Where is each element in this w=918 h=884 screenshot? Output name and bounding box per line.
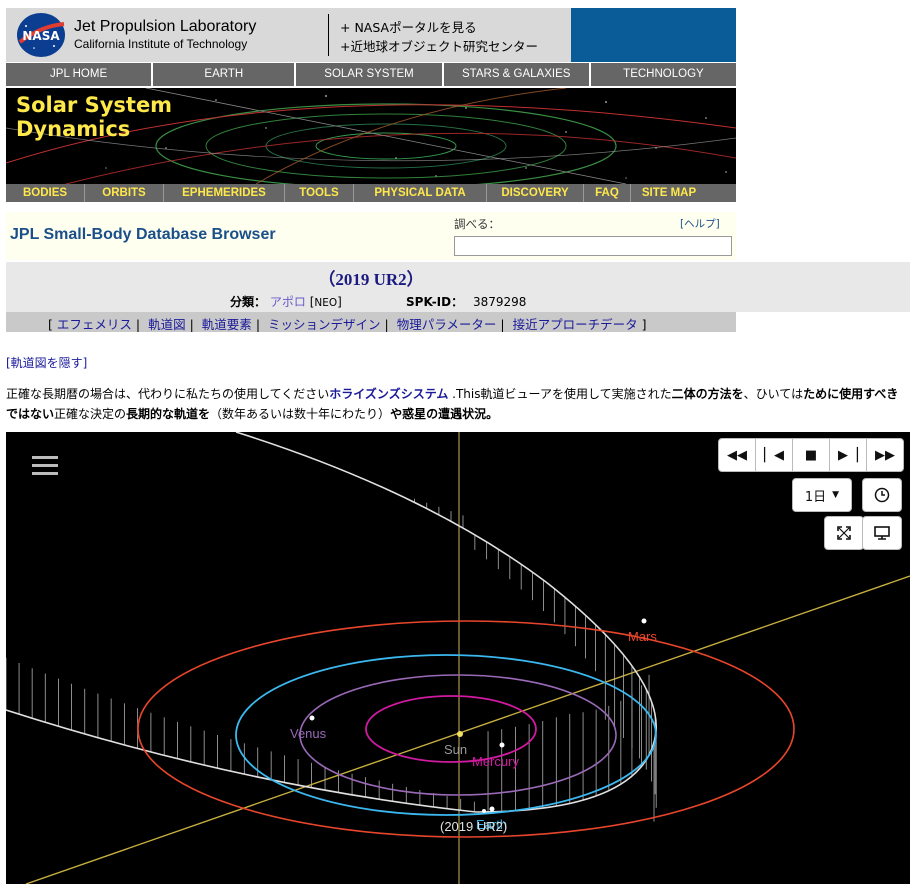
orbit-canvas[interactable]: Mars Venus Sun Mercury Earth (2019 UR2): [6, 432, 910, 884]
help-link[interactable]: [ヘルプ]: [680, 216, 720, 231]
header-divider: [328, 14, 329, 56]
section-tabs-links: [ エフェメリス | 軌道図 | 軌道要素 | ミッションデザイン | 物理パラメーター…: [48, 317, 647, 332]
tab-mission-design[interactable]: ミッションデザイン: [268, 317, 381, 332]
section-tabs: [ エフェメリス | 軌道図 | 軌道要素 | ミッションデザイン | 物理パラメーター…: [6, 312, 736, 332]
spk-id-label: SPK-ID：: [406, 295, 464, 309]
classification-value[interactable]: アポロ: [270, 295, 306, 309]
object-name: （2019 UR2）: [318, 270, 424, 289]
tab-orbit-diagram[interactable]: 軌道図: [148, 317, 186, 332]
stop-icon: ■: [804, 447, 818, 463]
playback-controls: ◀◀ ▏◀ ■ ▶▕ ▶▶: [718, 438, 904, 472]
subnav-bodies[interactable]: BODIES: [6, 184, 85, 202]
fast-rewind-icon: ◀◀: [727, 447, 747, 463]
fast-rewind-button[interactable]: ◀◀: [719, 439, 756, 471]
subnav-physical-data[interactable]: PHYSICAL DATA: [354, 184, 487, 202]
subnav-orbits[interactable]: ORBITS: [85, 184, 164, 202]
fullscreen-button[interactable]: [824, 516, 864, 550]
object-label: (2019 UR2): [440, 819, 507, 834]
nav-jpl-home[interactable]: JPL HOME: [6, 63, 154, 86]
object-orbit-hatch: [6, 498, 657, 822]
nav-stars-galaxies[interactable]: STARS & GALAXIES: [444, 63, 591, 86]
nasa-logo-icon[interactable]: NASA: [14, 12, 68, 58]
subnav-ephemerides[interactable]: EPHEMERIDES: [164, 184, 285, 202]
mercury-marker: [499, 742, 505, 748]
nav-technology[interactable]: TECHNOLOGY: [591, 63, 736, 86]
classification: 分類： アポロ [NEO]: [230, 295, 342, 309]
object-info: （2019 UR2） 分類： アポロ [NEO] SPK-ID： 3879298: [6, 262, 910, 312]
nav-solar-system[interactable]: SOLAR SYSTEM: [296, 63, 444, 86]
earth-marker: [489, 806, 495, 812]
object-orbit-path: [6, 432, 657, 813]
subnav-faq[interactable]: FAQ: [584, 184, 631, 202]
menu-hamburger-icon[interactable]: [32, 454, 58, 476]
accuracy-note: 正確な長期暦の場合は、代わりに私たちの使用してくださいホライズンズシステム .T…: [6, 387, 899, 421]
subnav-discovery[interactable]: DISCOVERY: [487, 184, 584, 202]
hide-orbit-diagram-link[interactable]: [軌道図を隠す]: [6, 354, 87, 371]
orbit-viewer[interactable]: Mars Venus Sun Mercury Earth (2019 UR2) …: [6, 432, 910, 884]
tab-close-approach[interactable]: 接近アプローチデータ: [513, 317, 638, 332]
fast-forward-icon: ▶▶: [875, 447, 895, 463]
nav-earth[interactable]: EARTH: [153, 63, 297, 86]
banner-title-line2: Dynamics: [16, 117, 131, 141]
step-size-dropdown[interactable]: 1日 ▼: [792, 478, 852, 512]
top-navigation: JPL HOME EARTH SOLAR SYSTEM STARS & GALA…: [6, 63, 736, 86]
jpl-subtitle: California Institute of Technology: [74, 37, 248, 51]
header-blue-panel: [571, 8, 736, 62]
object-marker: [482, 809, 486, 813]
sbdb-title[interactable]: JPL Small-Body Database Browser: [10, 226, 276, 244]
neo-center-link[interactable]: +近地球オブジェクト研究センター: [340, 36, 538, 55]
search-label: 調べる：: [454, 217, 500, 231]
venus-marker: [309, 715, 315, 721]
ecliptic-axis-line: [25, 575, 910, 884]
nasa-portal-link[interactable]: + NASAポータルを見る: [340, 17, 477, 36]
classification-label: 分類：: [230, 295, 267, 309]
spk-id-value: 3879298: [472, 295, 527, 309]
spk-id: SPK-ID： 3879298: [406, 293, 526, 310]
fast-forward-button[interactable]: ▶▶: [867, 439, 903, 471]
step-back-icon: ▏◀: [764, 447, 784, 463]
venus-label: Venus: [290, 726, 327, 741]
jpl-header: NASA Jet Propulsion Laboratory Californi…: [6, 8, 736, 62]
reset-time-button[interactable]: [862, 478, 902, 512]
expand-icon: [837, 526, 851, 540]
sun-marker: [457, 731, 463, 737]
jpl-title[interactable]: Jet Propulsion Laboratory: [74, 18, 256, 36]
sbdb-search-bar: JPL Small-Body Database Browser 調べる： [ヘル…: [6, 212, 736, 260]
subnav-tools[interactable]: TOOLS: [285, 184, 354, 202]
banner-title-line1: Solar System: [16, 93, 173, 117]
step-back-button[interactable]: ▏◀: [756, 439, 793, 471]
step-size-value: 1日: [804, 489, 827, 505]
tab-physical-parameters[interactable]: 物理パラメーター: [397, 317, 497, 332]
ssd-subnav: BODIES ORBITS EPHEMERIDES TOOLS PHYSICAL…: [6, 184, 736, 202]
sun-label: Sun: [444, 742, 467, 757]
nasa-logo-text: NASA: [22, 29, 60, 43]
tab-ephemeris[interactable]: エフェメリス: [57, 317, 132, 332]
stop-button[interactable]: ■: [793, 439, 830, 471]
horizons-link[interactable]: ホライズンズシステム: [329, 387, 448, 401]
tab-orbital-elements[interactable]: 軌道要素: [202, 317, 252, 332]
step-forward-icon: ▶▕: [838, 447, 858, 463]
monitor-icon: [874, 526, 890, 540]
caret-down-icon: ▼: [832, 490, 840, 500]
mars-label: Mars: [628, 629, 657, 644]
mercury-label: Mercury: [472, 754, 519, 769]
banner-title: Solar System Dynamics: [16, 93, 172, 141]
subnav-site-map[interactable]: SITE MAP: [631, 184, 707, 202]
neo-code: NEO: [314, 297, 338, 309]
mars-marker: [641, 618, 647, 624]
search-input[interactable]: [454, 236, 732, 256]
step-forward-button[interactable]: ▶▕: [830, 439, 867, 471]
display-settings-button[interactable]: [862, 516, 902, 550]
ssd-banner: Solar System Dynamics: [6, 88, 736, 184]
clock-icon: [874, 487, 890, 503]
